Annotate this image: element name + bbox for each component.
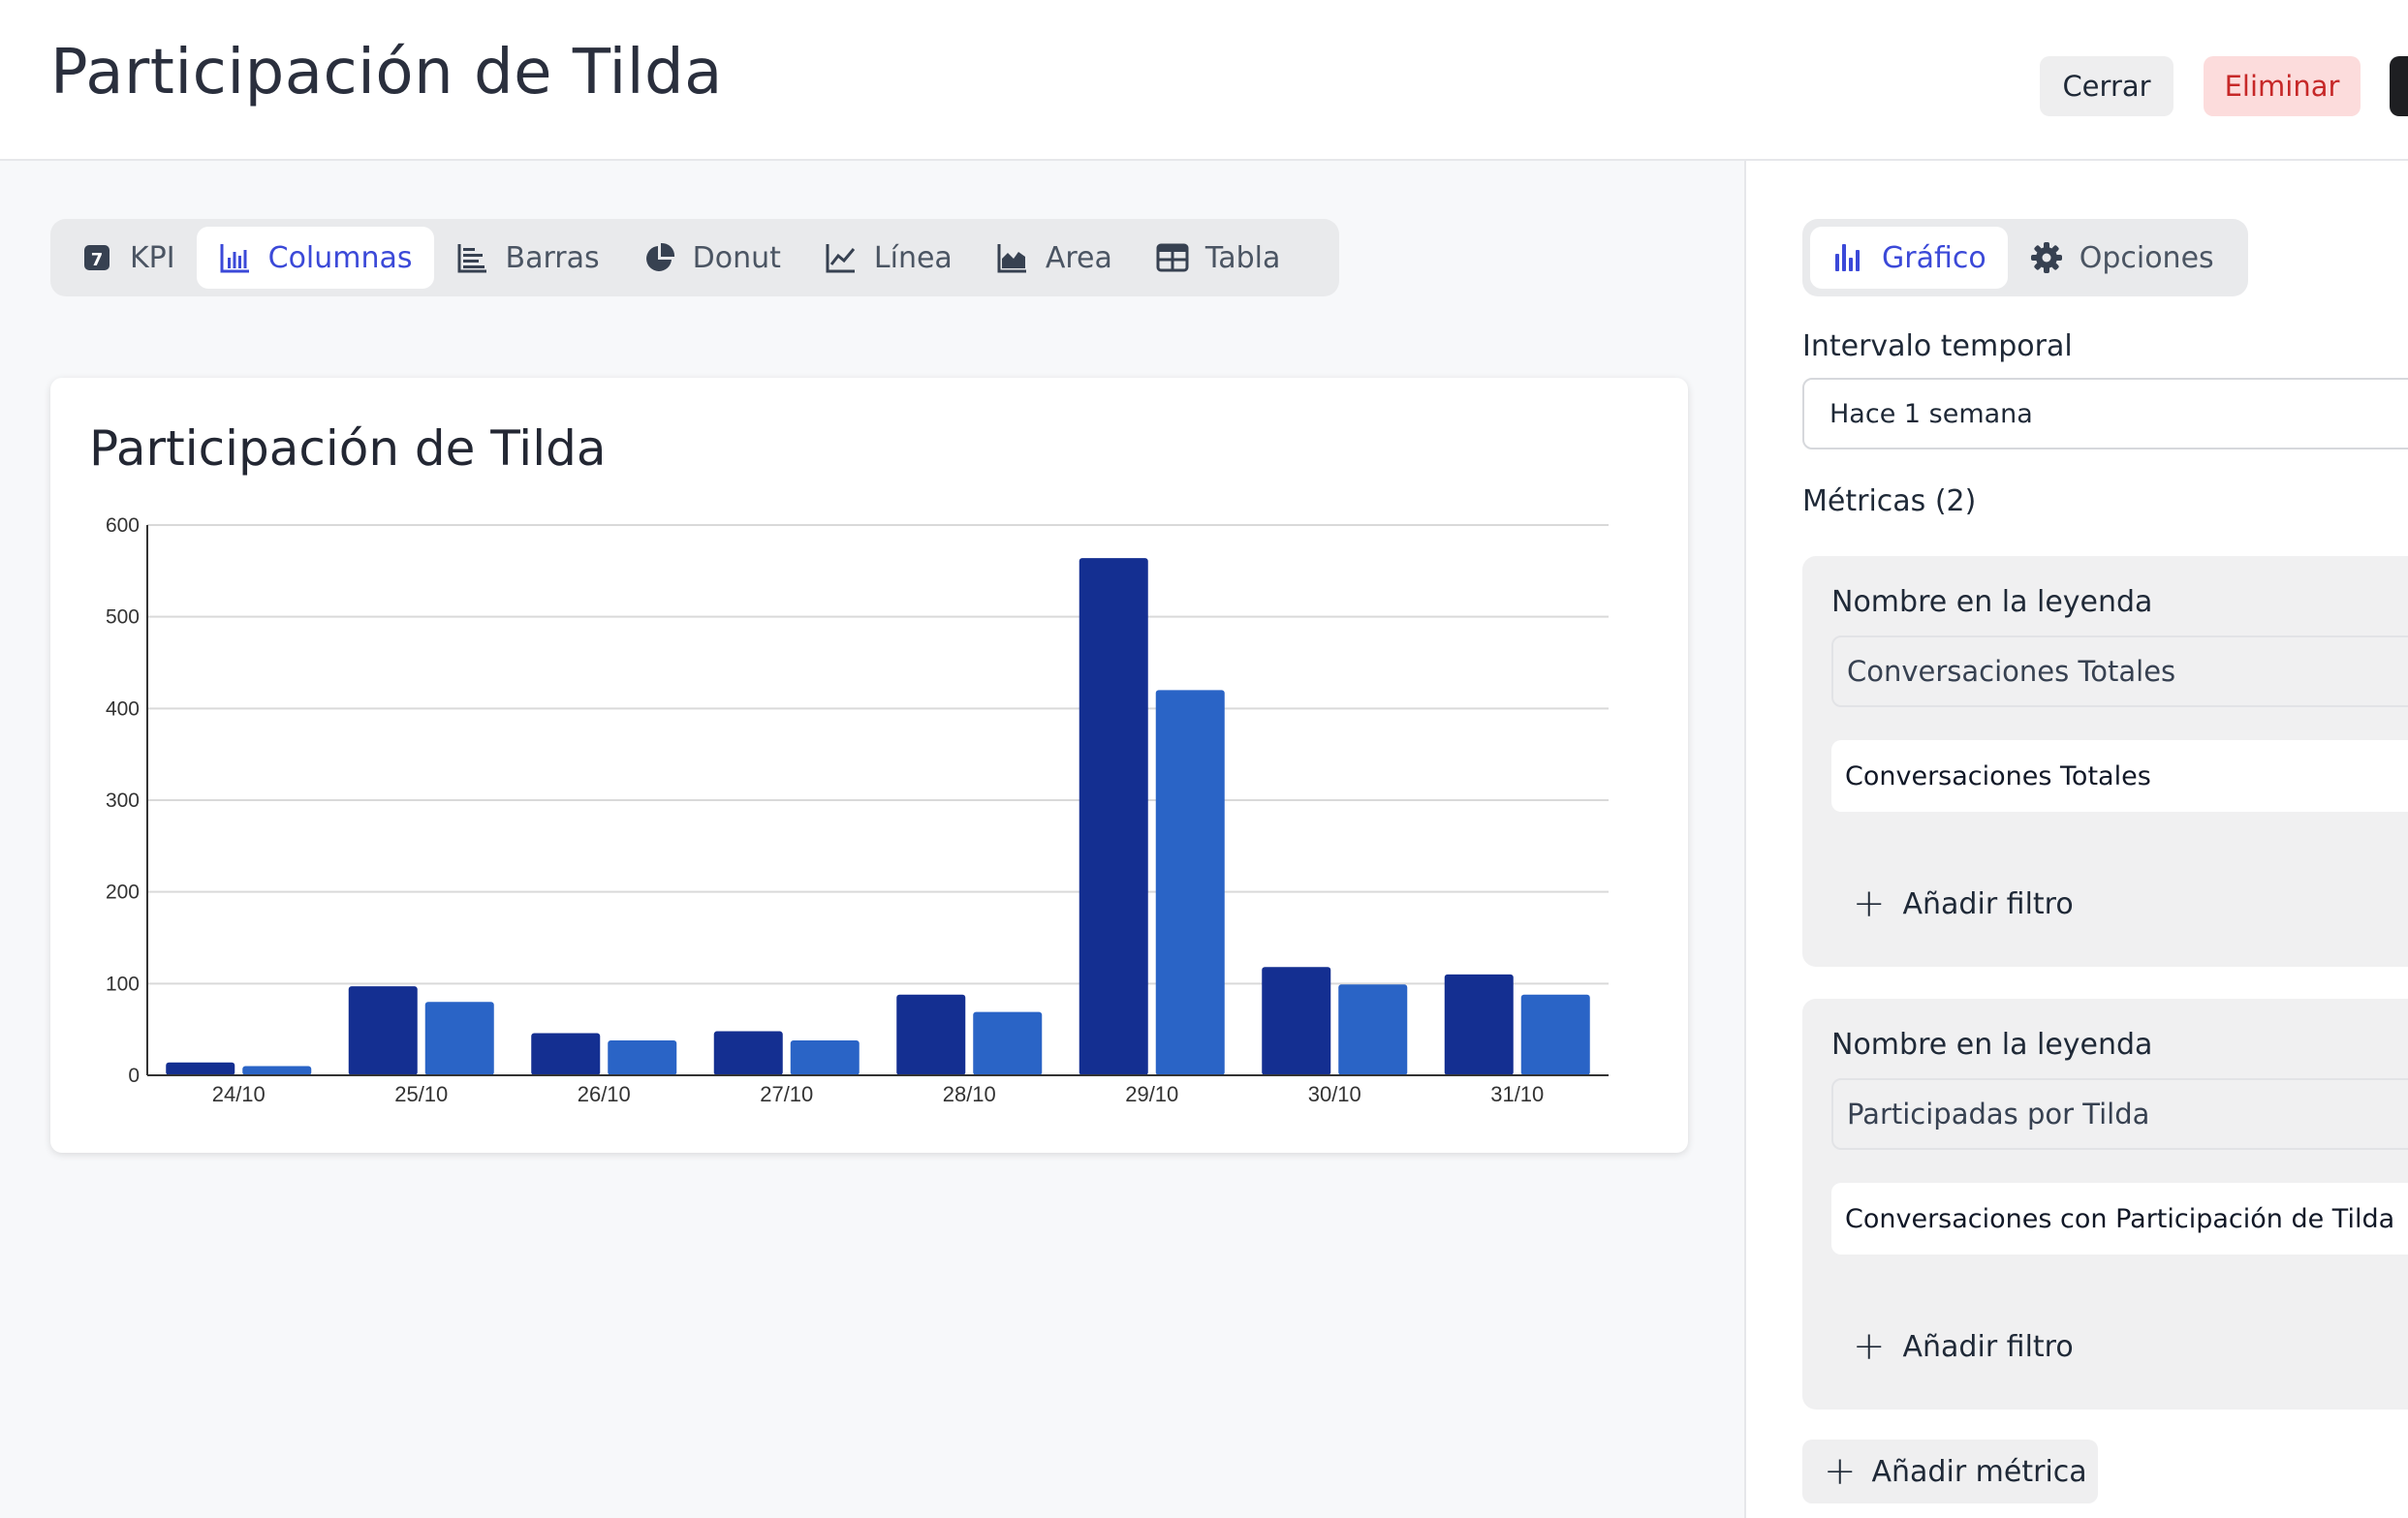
bar bbox=[973, 1011, 1043, 1075]
y-tick-label: 300 bbox=[106, 790, 140, 812]
table-icon bbox=[1156, 243, 1189, 272]
add-filter-button[interactable]: + Añadir filtro bbox=[1853, 1322, 2074, 1371]
x-tick-label: 25/10 bbox=[394, 1082, 448, 1106]
bar bbox=[713, 1031, 783, 1075]
chart-type-line[interactable]: Línea bbox=[802, 227, 974, 289]
bar bbox=[1444, 974, 1514, 1075]
legend-name-label: Nombre en la leyenda bbox=[1831, 1028, 2153, 1062]
close-button[interactable]: Cerrar bbox=[2040, 56, 2173, 116]
chart-type-label: Línea bbox=[873, 240, 953, 275]
plus-icon: + bbox=[1824, 1449, 1857, 1494]
chart-type-table[interactable]: Tabla bbox=[1134, 227, 1302, 289]
x-tick-label: 28/10 bbox=[943, 1082, 996, 1106]
bar bbox=[1338, 984, 1408, 1075]
metric-block-1: Nombre en la leyenda Conversaciones Tota… bbox=[1802, 556, 2408, 967]
svg-text:7: 7 bbox=[91, 250, 104, 270]
x-tick-label: 29/10 bbox=[1125, 1082, 1178, 1106]
bar bbox=[1079, 558, 1148, 1075]
y-tick-label: 0 bbox=[128, 1065, 140, 1087]
chart-type-area[interactable]: Area bbox=[974, 227, 1134, 289]
legend-name-label: Nombre en la leyenda bbox=[1831, 585, 2153, 619]
y-tick-label: 400 bbox=[106, 697, 140, 720]
chart-type-label: Barras bbox=[505, 240, 600, 275]
area-chart-icon bbox=[997, 244, 1026, 273]
plus-icon: + bbox=[1853, 882, 1886, 926]
x-tick-label: 24/10 bbox=[212, 1082, 266, 1106]
chart-type-donut[interactable]: Donut bbox=[621, 227, 802, 289]
bar bbox=[166, 1062, 235, 1075]
interval-label: Intervalo temporal bbox=[1802, 329, 2073, 363]
tab-options[interactable]: Opciones bbox=[2008, 227, 2236, 289]
bar bbox=[348, 986, 418, 1075]
tab-options-label: Opciones bbox=[2079, 240, 2214, 275]
x-tick-label: 31/10 bbox=[1490, 1082, 1544, 1106]
bar bbox=[1520, 994, 1590, 1075]
chart-type-kpi[interactable]: 7 KPI bbox=[58, 227, 197, 289]
bar bbox=[424, 1002, 494, 1075]
chart-card: Participación de Tilda 0 100 200 300 400 500 6… bbox=[50, 378, 1688, 1153]
metric-select[interactable]: Conversaciones con Participación de Tild… bbox=[1831, 1183, 2408, 1255]
add-metric-label: Añadir métrica bbox=[1871, 1454, 2087, 1489]
column-chart: 0 100 200 300 400 500 600 24/10 25/10 26/10 27/10 2… bbox=[106, 514, 1609, 1106]
delete-button[interactable]: Eliminar bbox=[2204, 56, 2361, 116]
bar bbox=[608, 1040, 677, 1075]
y-tick-label: 200 bbox=[106, 882, 140, 904]
bar bbox=[1155, 690, 1225, 1075]
add-metric-button[interactable]: + Añadir métrica bbox=[1802, 1440, 2098, 1503]
gear-icon bbox=[2030, 242, 2062, 273]
add-filter-label: Añadir filtro bbox=[1902, 886, 2074, 921]
bar-chart-icon bbox=[457, 244, 486, 273]
chart-type-label: Columnas bbox=[267, 240, 413, 275]
bar bbox=[1262, 967, 1331, 1075]
metric-select[interactable]: Conversaciones Totales bbox=[1831, 740, 2408, 812]
bar bbox=[896, 994, 966, 1075]
page-title: Participación de Tilda bbox=[50, 37, 723, 108]
save-button[interactable] bbox=[2390, 56, 2408, 116]
bar-chart-icon bbox=[1835, 244, 1860, 271]
plus-icon: + bbox=[1853, 1324, 1886, 1369]
add-filter-label: Añadir filtro bbox=[1902, 1329, 2074, 1364]
legend-name-input[interactable]: Conversaciones Totales bbox=[1831, 635, 2408, 707]
pie-chart-icon bbox=[645, 242, 674, 271]
x-tick-label: 30/10 bbox=[1308, 1082, 1361, 1106]
tab-chart[interactable]: Gráfico bbox=[1810, 227, 2008, 289]
chart-type-selector: 7 KPI Columnas Barras Donut Línea Area T… bbox=[50, 219, 1339, 296]
interval-select[interactable]: Hace 1 semana bbox=[1802, 378, 2408, 449]
y-tick-label: 600 bbox=[106, 514, 140, 537]
settings-tabs: Gráfico Opciones bbox=[1802, 219, 2248, 296]
metrics-label: Métricas (2) bbox=[1802, 484, 1977, 518]
y-tick-label: 500 bbox=[106, 606, 140, 629]
bar bbox=[242, 1066, 312, 1075]
chart-type-columns[interactable]: Columnas bbox=[196, 227, 434, 289]
legend-name-input[interactable]: Participadas por Tilda bbox=[1831, 1078, 2408, 1150]
x-tick-label: 26/10 bbox=[578, 1082, 631, 1106]
chart-type-label: Donut bbox=[692, 240, 781, 275]
column-chart-icon bbox=[220, 244, 249, 273]
add-filter-button[interactable]: + Añadir filtro bbox=[1853, 880, 2074, 928]
chart-type-label: KPI bbox=[130, 240, 175, 275]
bar bbox=[531, 1033, 601, 1075]
metric-block-2: Nombre en la leyenda Participadas por Ti… bbox=[1802, 999, 2408, 1410]
chart-type-bars[interactable]: Barras bbox=[434, 227, 621, 289]
y-tick-label: 100 bbox=[106, 973, 140, 995]
line-chart-icon bbox=[826, 244, 856, 273]
tab-chart-label: Gráfico bbox=[1882, 240, 1986, 275]
header: Participación de Tilda Cerrar Eliminar bbox=[0, 0, 2408, 161]
chart-type-label: Tabla bbox=[1204, 240, 1281, 275]
bar bbox=[790, 1040, 860, 1075]
number-seven-icon: 7 bbox=[84, 245, 109, 270]
x-tick-label: 27/10 bbox=[760, 1082, 813, 1106]
chart-type-label: Area bbox=[1045, 240, 1112, 275]
